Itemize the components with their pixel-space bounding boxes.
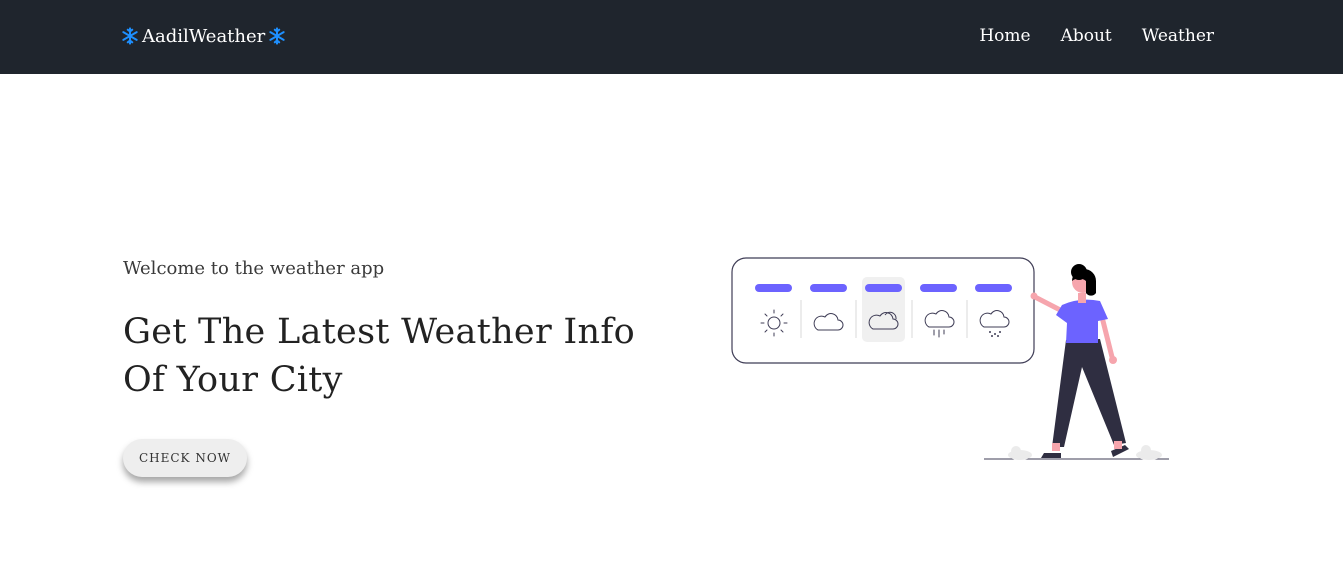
weather-illustration — [731, 257, 1169, 460]
hero-text: Welcome to the weather app Get The Lates… — [123, 256, 683, 404]
brand-name: AadilWeather — [142, 25, 266, 47]
person-figure — [1030, 264, 1129, 458]
ground-shrubs — [1008, 445, 1162, 460]
headline-line-2: Of Your City — [123, 360, 343, 400]
brand[interactable]: AadilWeather — [121, 22, 286, 50]
navbar: AadilWeather Home About Weather — [0, 0, 1343, 74]
snowflake-icon — [122, 27, 138, 45]
headline-line-1: Get The Latest Weather Info — [123, 312, 635, 352]
nav-link-home[interactable]: Home — [979, 26, 1030, 46]
headline: Get The Latest Weather Info Of Your City — [123, 308, 683, 404]
welcome-text: Welcome to the weather app — [123, 258, 385, 279]
nav-link-about[interactable]: About — [1061, 26, 1112, 46]
nav-link-weather[interactable]: Weather — [1142, 26, 1214, 46]
snowflake-icon — [269, 27, 285, 45]
nav-links: Home About Weather — [979, 22, 1214, 50]
check-now-button[interactable]: CHECK NOW — [123, 439, 247, 477]
